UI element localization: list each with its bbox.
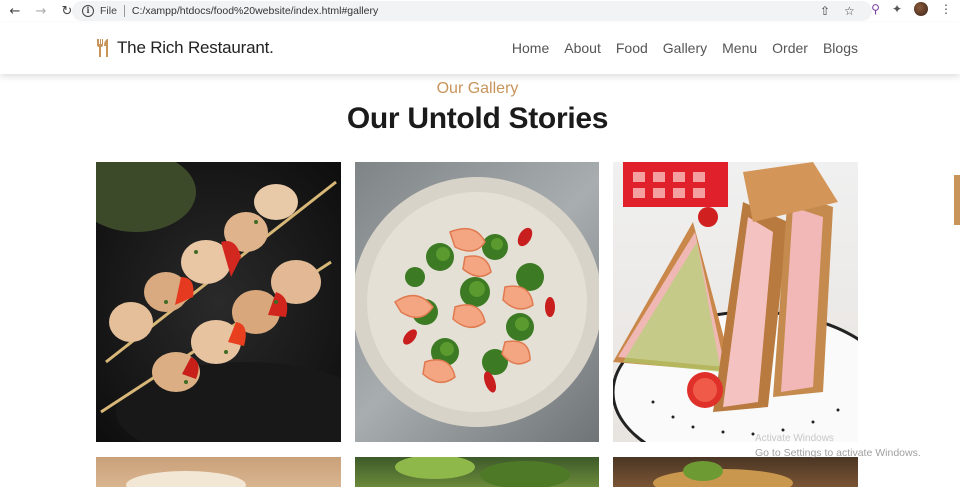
logo-text: The Rich Restaurant. (117, 38, 274, 57)
nav-food[interactable]: Food (616, 40, 648, 56)
info-icon[interactable]: i (82, 5, 94, 17)
search-extension-icon[interactable]: ⚲ (871, 2, 880, 16)
extensions-puzzle-icon[interactable]: ✦ (892, 2, 902, 16)
nav-about[interactable]: About (564, 40, 601, 56)
gallery-image-chicken-skewers[interactable] (96, 162, 341, 442)
nav-blogs[interactable]: Blogs (823, 40, 858, 56)
bookmark-star-icon[interactable]: ☆ (844, 4, 855, 18)
url-text[interactable]: C:/xampp/htdocs/food%20website/index.htm… (132, 5, 378, 17)
nav-gallery[interactable]: Gallery (663, 40, 707, 56)
back-arrow-icon[interactable]: ← (6, 2, 24, 20)
windows-activation-watermark: Activate Windows Go to Settings to activ… (755, 432, 921, 460)
more-menu-icon[interactable]: ⋮ (940, 2, 952, 16)
forward-arrow-icon[interactable]: → (32, 2, 50, 20)
watermark-line1: Activate Windows (755, 433, 834, 444)
section-subtitle: Our Gallery (436, 80, 519, 97)
share-icon[interactable]: ⇧ (820, 4, 830, 18)
nav-order[interactable]: Order (772, 40, 808, 56)
sandwich-image (613, 162, 858, 442)
watermark-line2: Go to Settings to activate Windows. (755, 447, 921, 459)
utensils-icon (97, 39, 108, 57)
browser-toolbar: ← → ↻ i File C:/xampp/htdocs/food%20webs… (0, 0, 960, 22)
site-header: The Rich Restaurant. Home About Food Gal… (0, 23, 960, 74)
page-scroll-indicator[interactable] (954, 175, 960, 225)
chicken-skewers-image (96, 162, 341, 442)
gallery-image-shrimp-broccoli[interactable] (355, 162, 599, 442)
logo[interactable]: The Rich Restaurant. (95, 38, 274, 58)
section-title: Our Untold Stories (346, 102, 609, 135)
nav-home[interactable]: Home (512, 40, 549, 56)
profile-avatar[interactable] (914, 2, 928, 16)
address-bar[interactable]: i File C:/xampp/htdocs/food%20website/in… (72, 1, 872, 21)
main-nav: Home About Food Gallery Menu Order Blogs (512, 40, 858, 56)
omnibox-separator (123, 5, 125, 17)
file-label: File (100, 5, 117, 17)
nav-menu[interactable]: Menu (722, 40, 757, 56)
shrimp-broccoli-image (355, 177, 599, 427)
gallery-image-sandwich[interactable] (613, 162, 858, 442)
